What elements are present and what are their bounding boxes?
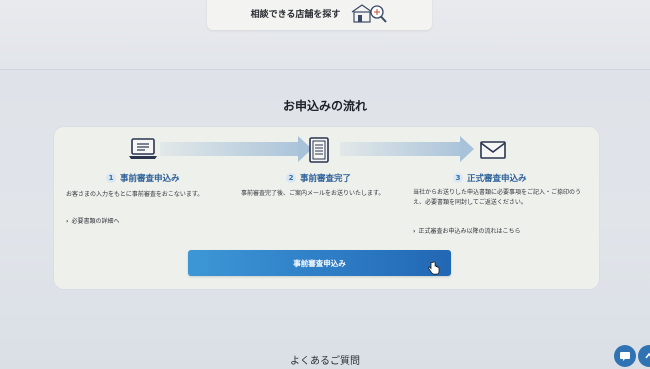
step-2-header: 2 事前審査完了 xyxy=(286,172,351,184)
step-3-number: 3 xyxy=(453,173,463,183)
step-3-title: 正式審査申込み xyxy=(467,174,527,184)
store-search-button[interactable]: 相談できる店舗を探す xyxy=(207,0,432,30)
step-1-link[interactable]: › 必要書類の詳細へ xyxy=(66,216,120,225)
step-3-description: 当社からお送りした申込書類に必要事項をご記入・ご捺印のうえ、必要書類を同封してご… xyxy=(413,189,582,206)
step-2-number: 2 xyxy=(286,173,296,183)
document-list-icon xyxy=(309,137,329,163)
step-3-link-label: 正式審査お申込み以降の流れはこちら xyxy=(418,228,521,235)
flow-section-title: お申込みの流れ xyxy=(282,99,367,113)
step-3-header: 3 正式審査申込み xyxy=(453,172,527,184)
chevron-right-icon: › xyxy=(66,218,69,225)
hand-cursor-icon xyxy=(428,261,440,275)
flow-arrow-2 xyxy=(340,136,474,162)
flow-arrow-1 xyxy=(160,136,312,162)
step-1-link-label: 必要書類の詳細へ xyxy=(71,218,120,225)
faq-section-title: よくあるご質問 xyxy=(290,356,360,367)
step-1-number: 1 xyxy=(106,173,116,183)
chat-icon xyxy=(620,352,630,361)
chat-button[interactable] xyxy=(614,345,636,367)
step-2-title: 事前審査完了 xyxy=(300,174,352,184)
step-1-header: 1 事前審査申込み xyxy=(106,172,180,184)
chevron-up-icon xyxy=(645,352,650,359)
step-3-link[interactable]: › 正式審査お申込み以降の流れはこちら xyxy=(413,226,521,235)
store-search-icon xyxy=(352,4,388,23)
chevron-right-icon: › xyxy=(413,228,416,235)
step-2-description: 事前審査完了後、ご案内メールをお送りいたします。 xyxy=(241,190,385,197)
store-search-label: 相談できる店舗を探す xyxy=(250,9,341,20)
envelope-icon xyxy=(480,141,506,159)
step-1-description: お客さまの入力をもとに事前審査をおこないます。 xyxy=(66,191,204,198)
pre-screening-apply-button[interactable]: 事前審査申込み xyxy=(188,250,451,276)
step-1-title: 事前審査申込み xyxy=(120,174,180,184)
laptop-icon xyxy=(129,138,157,159)
